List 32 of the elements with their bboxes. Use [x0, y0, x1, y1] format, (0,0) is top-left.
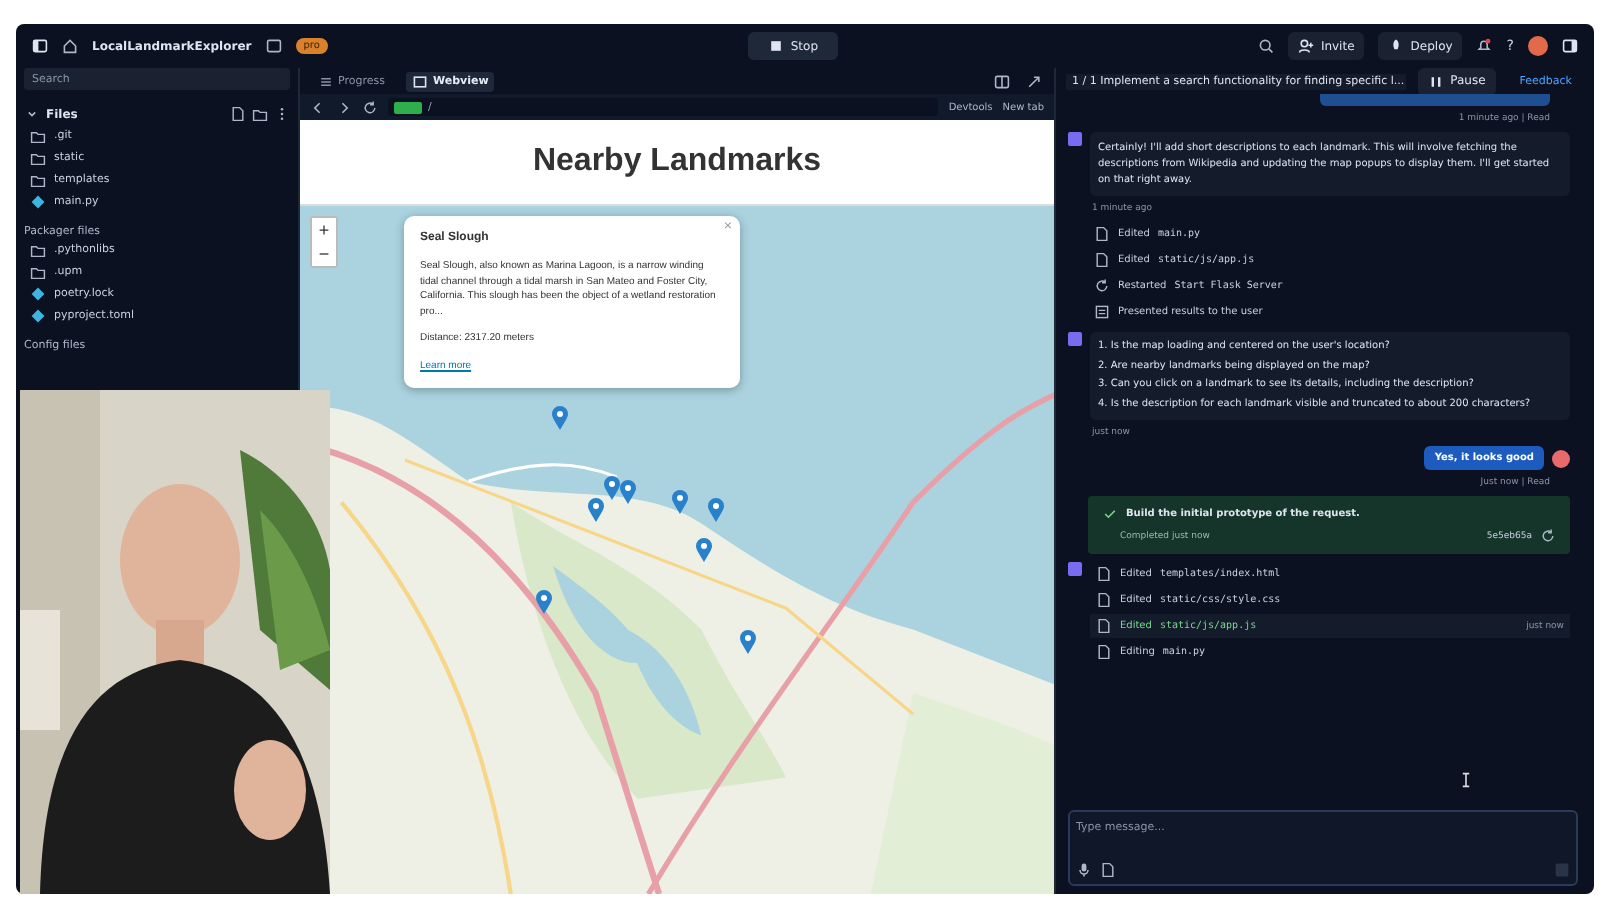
chevron-icon[interactable] [24, 106, 40, 122]
results-icon [1094, 304, 1110, 320]
avatar-icon[interactable] [1528, 36, 1549, 56]
sidebar-toggle-icon[interactable] [32, 38, 48, 54]
file-icon [30, 194, 46, 210]
microphone-icon[interactable] [1076, 862, 1092, 878]
agent-icon [1068, 332, 1082, 346]
avatar-icon [1552, 449, 1570, 467]
new-file-icon[interactable] [230, 106, 246, 122]
reload-icon[interactable] [362, 99, 378, 115]
pause-icon [1428, 73, 1445, 89]
bell-icon[interactable] [1476, 38, 1493, 54]
forward-icon[interactable] [336, 99, 352, 115]
panel-toggle-icon[interactable] [1562, 38, 1579, 54]
check-icon [1102, 506, 1118, 522]
list-icon [318, 73, 334, 89]
search-icon[interactable] [1258, 38, 1275, 54]
person-add-icon [1298, 38, 1315, 54]
new-folder-icon[interactable] [252, 106, 268, 122]
panel-icon[interactable] [265, 38, 282, 54]
back-icon[interactable] [310, 99, 326, 115]
attach-icon[interactable] [1100, 862, 1116, 878]
home-icon[interactable] [62, 38, 78, 54]
restart-icon [1094, 278, 1110, 294]
stop-icon [768, 38, 785, 54]
window-icon [412, 73, 429, 89]
rollback-icon[interactable] [1540, 528, 1556, 544]
agent-icon [1068, 132, 1082, 146]
text-cursor-icon [1458, 772, 1474, 788]
split-icon[interactable] [994, 73, 1010, 89]
agent-icon [1068, 562, 1082, 576]
expand-icon[interactable] [1026, 73, 1042, 89]
